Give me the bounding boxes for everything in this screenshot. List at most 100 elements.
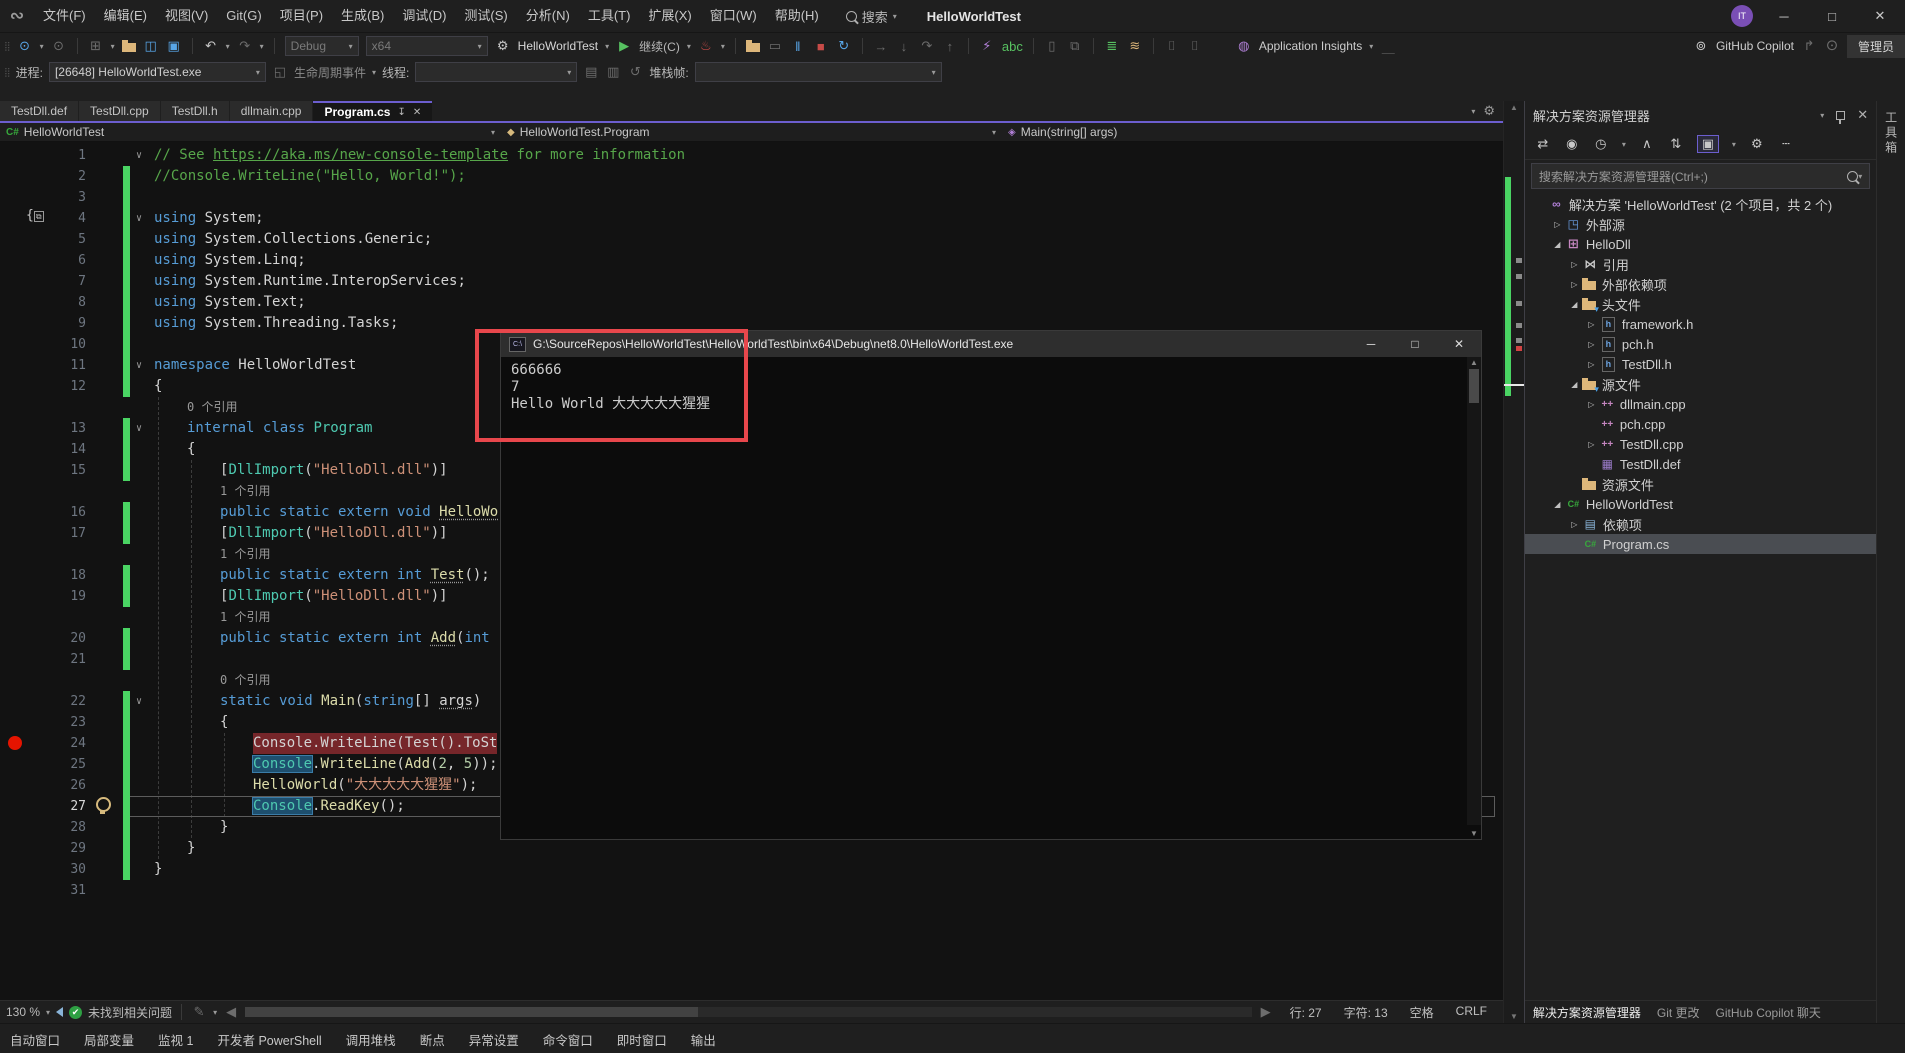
chevron-down-icon[interactable]: ▾ (1369, 42, 1373, 51)
line-number[interactable]: 2 (0, 166, 96, 187)
line-number[interactable]: 28 (0, 817, 96, 838)
code-line[interactable]: 7using System.Runtime.InteropServices; (0, 271, 1503, 292)
tree-item-外部依赖项[interactable]: ▷外部依赖项 (1525, 274, 1876, 294)
tab-list-dropdown-icon[interactable]: ▾ (1471, 107, 1475, 116)
collapse-all-icon[interactable]: ∧ (1639, 136, 1655, 152)
scroll-down-icon[interactable]: ▼ (1504, 1012, 1524, 1021)
hot-reload-icon[interactable]: ♨ (698, 38, 714, 54)
line-number[interactable]: 16 (0, 502, 96, 523)
minimize-group-icon[interactable]: ＿ (1380, 37, 1396, 56)
menu-item[interactable]: 帮助(H) (766, 0, 828, 32)
menu-item[interactable]: 扩展(X) (639, 0, 700, 32)
tool-window-tab[interactable]: 即时窗口 (617, 1030, 667, 1049)
document-tab[interactable]: TestDll.def (0, 101, 78, 121)
line-number[interactable]: 21 (0, 649, 96, 670)
menu-item[interactable]: 生成(B) (332, 0, 393, 32)
line-number[interactable]: 10 (0, 334, 96, 355)
scroll-right-icon[interactable]: ▶ (1258, 1004, 1274, 1020)
code-line[interactable]: 3 (0, 187, 1503, 208)
line-number[interactable]: 25 (0, 754, 96, 775)
copy-window-icon[interactable]: ⧉ (1067, 38, 1083, 54)
track-active-item-icon[interactable]: ▣ (1697, 135, 1719, 153)
line-number[interactable]: 3 (0, 187, 96, 208)
tree-item-framework.h[interactable]: ▷hframework.h (1525, 314, 1876, 334)
tree-item-引用[interactable]: ▷⋈引用 (1525, 254, 1876, 274)
copilot-label[interactable]: GitHub Copilot (1716, 39, 1794, 53)
bookmark-icon[interactable]: ⌷ (1164, 38, 1180, 54)
line-number[interactable] (0, 481, 96, 502)
codelens-label[interactable]: 1 个引用 (220, 547, 270, 561)
save-icon[interactable]: ◫ (143, 38, 159, 54)
scroll-up-icon[interactable]: ▲ (1504, 103, 1524, 112)
toggle-flagged-icon[interactable]: ↺ (627, 64, 643, 80)
toolbar-grip[interactable]: ⣿ (4, 67, 10, 78)
console-scrollbar[interactable]: ▲ (1467, 357, 1481, 825)
tree-expander-icon[interactable]: ▷ (1567, 280, 1582, 289)
tree-item-HelloWorldTest[interactable]: ◢C#HelloWorldTest (1525, 494, 1876, 514)
code-line[interactable]: 2//Console.WriteLine("Hello, World!"); (0, 166, 1503, 187)
codelens-label[interactable]: 1 个引用 (220, 484, 270, 498)
person-icon[interactable]: 𐌏 (1824, 38, 1840, 54)
line-number[interactable]: 24 (0, 733, 96, 754)
tree-item-pch.h[interactable]: ▷hpch.h (1525, 334, 1876, 354)
line-number[interactable]: 18 (0, 565, 96, 586)
tool-window-tab[interactable]: 自动窗口 (10, 1030, 60, 1049)
document-tab[interactable]: TestDll.cpp (79, 101, 160, 121)
line-number[interactable] (0, 544, 96, 565)
menu-item[interactable]: 项目(P) (271, 0, 332, 32)
pin-icon[interactable]: ↧ (397, 107, 405, 118)
search-icon[interactable] (1847, 171, 1858, 182)
save-all-icon[interactable]: ▣ (166, 38, 182, 54)
line-number[interactable]: 27 (0, 796, 96, 817)
lifecycle-events-label[interactable]: 生命周期事件 (294, 64, 366, 81)
project-dropdown[interactable]: C# HelloWorldTest ▾ (0, 125, 501, 139)
show-threads-icon[interactable]: ▥ (605, 64, 621, 80)
step-over-icon[interactable]: ↷ (919, 38, 935, 54)
tool-window-tab[interactable]: 输出 (691, 1030, 716, 1049)
tree-expander-icon[interactable]: ▷ (1584, 340, 1599, 349)
tree-item-TestDll.cpp[interactable]: ▷++TestDll.cpp (1525, 434, 1876, 454)
preview-selected-items-icon[interactable]: ┄ (1778, 136, 1794, 152)
line-number[interactable]: 22 (0, 691, 96, 712)
tree-item-dllmain.cpp[interactable]: ▷++dllmain.cpp (1525, 394, 1876, 414)
menu-item[interactable]: 文件(F) (34, 0, 95, 32)
code-line[interactable]: 4∨using System; (0, 208, 1503, 229)
properties-icon[interactable]: ⚙ (1749, 136, 1765, 152)
pending-changes-filter-icon[interactable]: ◉ (1564, 136, 1580, 152)
minimize-button[interactable]: ─ (1767, 9, 1801, 24)
process-dropdown[interactable]: [26648] HelloWorldTest.exe▾ (49, 62, 266, 82)
code-line[interactable]: 31 (0, 880, 1503, 901)
close-icon[interactable]: ✕ (1857, 107, 1868, 123)
scroll-down-icon[interactable]: ▼ (1468, 829, 1480, 838)
line-number[interactable]: 29 (0, 838, 96, 859)
codelens-label[interactable]: 1 个引用 (220, 610, 270, 624)
tree-expander-icon[interactable]: ◢ (1550, 500, 1565, 509)
continue-label[interactable]: 继续(C) (639, 38, 680, 55)
line-number[interactable]: 14 (0, 439, 96, 460)
search-box[interactable]: 搜索 ▾ (846, 7, 897, 26)
undo-icon[interactable]: ↶ (203, 38, 219, 54)
line-number[interactable]: 7 (0, 271, 96, 292)
close-icon[interactable]: ✕ (413, 107, 421, 118)
navigate-forward-icon[interactable]: ⊙ (51, 38, 67, 54)
document-tab[interactable]: dllmain.cpp (230, 101, 313, 121)
line-number[interactable] (0, 397, 96, 418)
share-icon[interactable]: ↱ (1801, 38, 1817, 54)
autohide-tool-window-tab[interactable]: 工具箱 (1883, 111, 1900, 156)
step-out-icon[interactable]: ↑ (942, 39, 958, 54)
break-all-icon[interactable]: ‖ (790, 39, 806, 54)
chevron-down-icon[interactable]: ▾ (687, 42, 691, 51)
fold-icon[interactable]: ∨ (136, 208, 142, 229)
code-line[interactable]: 30} (0, 859, 1503, 880)
line-number[interactable]: 13 (0, 418, 96, 439)
tool-window-tab[interactable]: 监视 1 (158, 1030, 193, 1049)
github-copilot-icon[interactable]: ⊚ (1693, 38, 1709, 54)
member-dropdown[interactable]: ◈ Main(string[] args) (1002, 125, 1503, 139)
line-number[interactable]: 23 (0, 712, 96, 733)
flag-threads-icon[interactable]: ▤ (583, 64, 599, 80)
line-number[interactable]: 30 (0, 859, 96, 880)
tree-expander-icon[interactable]: ▷ (1584, 360, 1599, 369)
solution-configuration-dropdown[interactable]: Debug▾ (285, 36, 359, 56)
line-number[interactable]: 31 (0, 880, 96, 901)
fold-icon[interactable]: ∨ (136, 691, 142, 712)
